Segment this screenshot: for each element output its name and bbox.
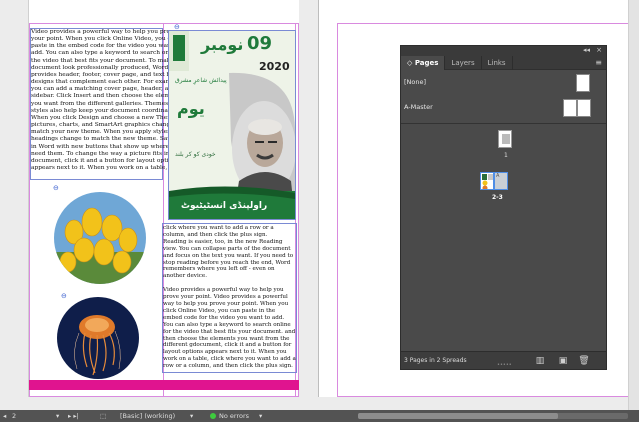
column2-text-3: Video provides a powerful way to help yo…	[163, 287, 296, 370]
horizontal-scrollbar[interactable]	[358, 413, 628, 419]
page-1-label[interactable]: 1	[504, 152, 508, 159]
next-page-icons[interactable]: ▸ ▸|	[68, 412, 79, 420]
link-icon[interactable]: ⊖	[174, 24, 180, 31]
tab-layers-label: Layers	[451, 59, 475, 67]
pages-section: 1 A 2-3	[401, 124, 606, 350]
masters-section: [None] A-Master	[401, 70, 606, 124]
style-status[interactable]: [Basic] (working)	[120, 412, 175, 420]
preflight-dropdown-icon[interactable]: ▾	[259, 412, 262, 420]
delete-page-icon[interactable]: 🗑	[578, 355, 590, 367]
pages-panel: ◂◂ × ◇ Pages Layers Links ≡ [None] A-Mas…	[400, 45, 607, 370]
master-none-label: [None]	[404, 78, 427, 86]
page-2-3-label[interactable]: 2-3	[492, 194, 503, 201]
poster-line-2: خودی کو کر بلند	[175, 151, 216, 158]
preflight-status[interactable]: No errors	[219, 412, 249, 420]
poster-year: 2020	[259, 60, 290, 73]
text-frame-column-1[interactable]: Video provides a powerful way to help yo…	[31, 29, 191, 178]
panel-title-bar[interactable]: ◂◂ ×	[401, 46, 606, 56]
master-none-thumbnail[interactable]	[576, 74, 590, 92]
tab-pages[interactable]: ◇ Pages	[401, 56, 446, 70]
tulip-image[interactable]	[54, 192, 146, 284]
jellyfish-image[interactable]	[57, 297, 139, 379]
poster-month: نومبر	[201, 35, 244, 54]
master-none[interactable]: [None]	[401, 72, 606, 94]
text-frame-column-2[interactable]: click where you want to add a row or a c…	[163, 225, 296, 371]
tab-layers[interactable]: Layers	[445, 56, 482, 70]
link-icon[interactable]: ⊖	[61, 293, 67, 300]
pages-tab-icon: ◇	[407, 59, 413, 67]
panel-menu-icon[interactable]: ≡	[595, 58, 602, 67]
page-3-thumbnail[interactable]: A	[494, 172, 508, 190]
page-dropdown-icon[interactable]: ▾	[56, 412, 59, 420]
poster-date-number: 09	[247, 33, 273, 54]
page-2-thumbnail[interactable]	[480, 172, 494, 190]
poster-subtitle: یوم	[177, 99, 205, 118]
page-number-field[interactable]: 2	[12, 412, 16, 420]
panel-close-icon[interactable]: ×	[596, 46, 602, 54]
preflight-status-icon	[210, 413, 216, 419]
master-a[interactable]: A-Master	[401, 97, 606, 119]
master-a-label: A-Master	[404, 103, 433, 111]
vertical-scrollbar[interactable]	[628, 0, 639, 410]
column2-text-1: click where you want to add a row or a c…	[163, 225, 274, 238]
poster-line-1: پیدائش شاعرِ مشرق	[175, 77, 227, 84]
link-icon[interactable]: ⊖	[53, 185, 59, 192]
poster-image[interactable]: 09 نومبر 2020 پیدائش شاعرِ مشرق یوم خودی…	[169, 31, 295, 219]
panel-resize-handle[interactable]: •••••	[497, 362, 512, 368]
horizontal-scroll-thumb[interactable]	[358, 413, 558, 419]
tab-links-label: Links	[487, 59, 506, 67]
panel-bottom-bar: 3 Pages in 2 Spreads ••••• ▥ ▣ 🗑	[401, 351, 606, 369]
spread-count: 3 Pages in 2 Spreads	[404, 357, 467, 364]
page-3-master-mark: A	[496, 173, 500, 179]
page-icon[interactable]: ⬚	[100, 412, 106, 420]
footer-color-bar	[29, 380, 299, 390]
tab-links[interactable]: Links	[482, 56, 513, 70]
new-page-icon[interactable]: ▣	[557, 355, 569, 367]
pasteboard: Video provides a powerful way to help yo…	[0, 0, 639, 410]
left-page[interactable]: Video provides a powerful way to help yo…	[28, 0, 299, 397]
poster-footer-text: راولپنڈی انسٹیٹیوٹ	[181, 201, 268, 211]
column2-text-2: Reading is easier, too, in the new Readi…	[163, 238, 294, 280]
tab-pages-label: Pages	[414, 59, 439, 67]
master-a-right-thumbnail[interactable]	[577, 99, 591, 117]
panel-tabs: ◇ Pages Layers Links ≡	[401, 56, 606, 70]
page-1-thumbnail[interactable]	[498, 130, 512, 148]
style-dropdown-icon[interactable]: ▾	[190, 412, 193, 420]
master-a-left-thumbnail[interactable]	[563, 99, 577, 117]
panel-collapse-icon[interactable]: ◂◂	[583, 46, 590, 54]
edit-page-size-icon[interactable]: ▥	[534, 355, 546, 367]
prev-page-icon[interactable]: ◂	[3, 412, 6, 420]
column1-text: Video provides a powerful way to help yo…	[31, 29, 191, 171]
status-bar: ◂ 2 ▾ ▸ ▸| ⬚ [Basic] (working) ▾ No erro…	[0, 410, 639, 422]
